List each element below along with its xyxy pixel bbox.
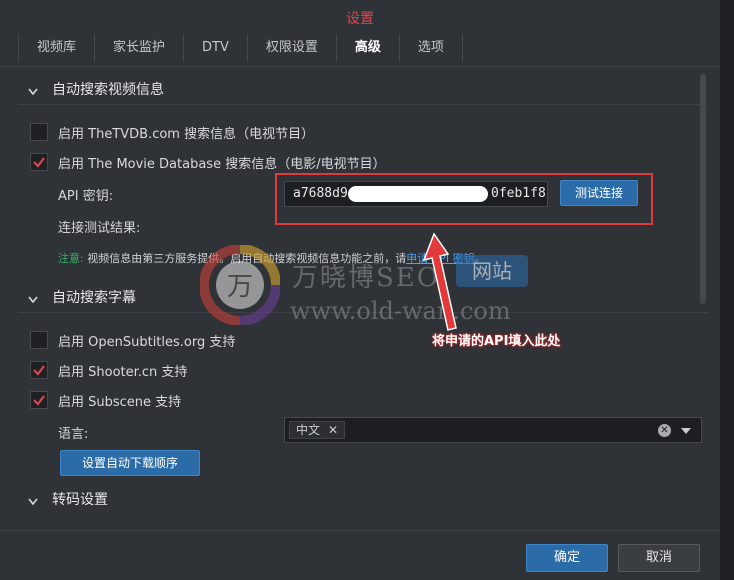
section-divider [18, 312, 708, 313]
opensubtitles-checkbox[interactable] [30, 331, 48, 349]
annotation-text: 将申请的API填入此处 [432, 334, 561, 349]
window-title: 设置 [346, 11, 374, 27]
test-result-label: 连接测试结果: [58, 221, 141, 236]
tab-video-library[interactable]: 视频库 [18, 34, 96, 62]
chevron-down-icon [28, 292, 38, 304]
tab-parental-control[interactable]: 家长监护 [95, 34, 185, 62]
subscene-checkbox[interactable] [30, 391, 48, 409]
section-title: 自动搜索视频信息 [52, 82, 164, 98]
clear-icon[interactable]: ✕ [658, 424, 671, 437]
api-key-suffix: 0feb1f8 [491, 186, 546, 201]
tmdb-checkbox[interactable] [30, 153, 48, 171]
language-chip: 中文 ✕ [289, 421, 346, 439]
opensubtitles-option[interactable]: 启用 OpenSubtitles.org 支持 [30, 330, 235, 350]
api-key-label: API 密钥: [58, 189, 114, 204]
shooter-label: 启用 Shooter.cn 支持 [58, 364, 188, 380]
tab-advanced[interactable]: 高级 [337, 34, 400, 62]
scrollbar[interactable] [700, 74, 706, 304]
opensubtitles-label: 启用 OpenSubtitles.org 支持 [58, 334, 236, 350]
checkmark-icon [33, 157, 45, 168]
note-text: 视频信息由第三方服务提供。启用自动搜索视频信息功能之前，请 [87, 252, 407, 265]
language-chip-label: 中文 [296, 423, 321, 437]
subscene-label: 启用 Subscene 支持 [58, 394, 182, 410]
tmdb-option[interactable]: 启用 The Movie Database 搜索信息（电影/电视节目） [30, 152, 386, 172]
checkmark-icon [33, 395, 45, 406]
test-connection-button[interactable]: 测试连接 [560, 180, 638, 206]
language-select[interactable]: 中文 ✕ ✕ [284, 417, 702, 443]
settings-window: 设置 视频库 家长监护 DTV 权限设置 高级 选项 自动搜索视频信息 启用 T… [0, 0, 734, 580]
checkmark-icon [33, 365, 45, 376]
section-title: 自动搜索字幕 [52, 290, 136, 306]
tab-dtv[interactable]: DTV [184, 34, 248, 62]
cancel-button[interactable]: 取消 [618, 544, 700, 572]
dropdown-caret-icon[interactable] [681, 428, 691, 434]
section-divider [18, 104, 708, 105]
section-transcode-header[interactable]: 转码设置 [28, 488, 108, 510]
tab-divider [0, 66, 720, 67]
subscene-option[interactable]: 启用 Subscene 支持 [30, 390, 181, 410]
section-title: 转码设置 [52, 492, 108, 508]
chevron-down-icon [28, 84, 38, 96]
tmdb-label: 启用 The Movie Database 搜索信息（电影/电视节目） [58, 156, 386, 172]
background-strip [720, 0, 734, 580]
ok-button[interactable]: 确定 [526, 544, 608, 572]
tab-bar: 视频库 家长监护 DTV 权限设置 高级 选项 [18, 34, 463, 62]
tvdb-label: 启用 TheTVDB.com 搜索信息（电视节目） [58, 126, 315, 142]
section-auto-video-info-header[interactable]: 自动搜索视频信息 [28, 78, 164, 100]
redaction-mask [348, 186, 488, 202]
shooter-option[interactable]: 启用 Shooter.cn 支持 [30, 360, 187, 380]
footer-divider [0, 530, 720, 531]
set-download-order-button[interactable]: 设置自动下载顺序 [60, 450, 200, 476]
api-key-prefix: a7688d9 [293, 186, 348, 201]
tab-privileges[interactable]: 权限设置 [248, 34, 337, 62]
tvdb-checkbox[interactable] [30, 123, 48, 141]
api-key-input[interactable]: a7688d9 0feb1f8 [284, 181, 548, 207]
annotation-arrow-icon [422, 232, 457, 331]
tvdb-option[interactable]: 启用 TheTVDB.com 搜索信息（电视节目） [30, 122, 314, 142]
note-prefix: 注意: [58, 252, 84, 265]
language-label: 语言: [58, 427, 89, 442]
shooter-checkbox[interactable] [30, 361, 48, 379]
section-auto-subtitle-header[interactable]: 自动搜索字幕 [28, 286, 136, 308]
chevron-down-icon [28, 494, 38, 506]
settings-content: 自动搜索视频信息 启用 TheTVDB.com 搜索信息（电视节目） 启用 Th… [18, 74, 708, 514]
remove-chip-icon[interactable]: ✕ [328, 422, 338, 438]
tab-options[interactable]: 选项 [400, 34, 463, 62]
